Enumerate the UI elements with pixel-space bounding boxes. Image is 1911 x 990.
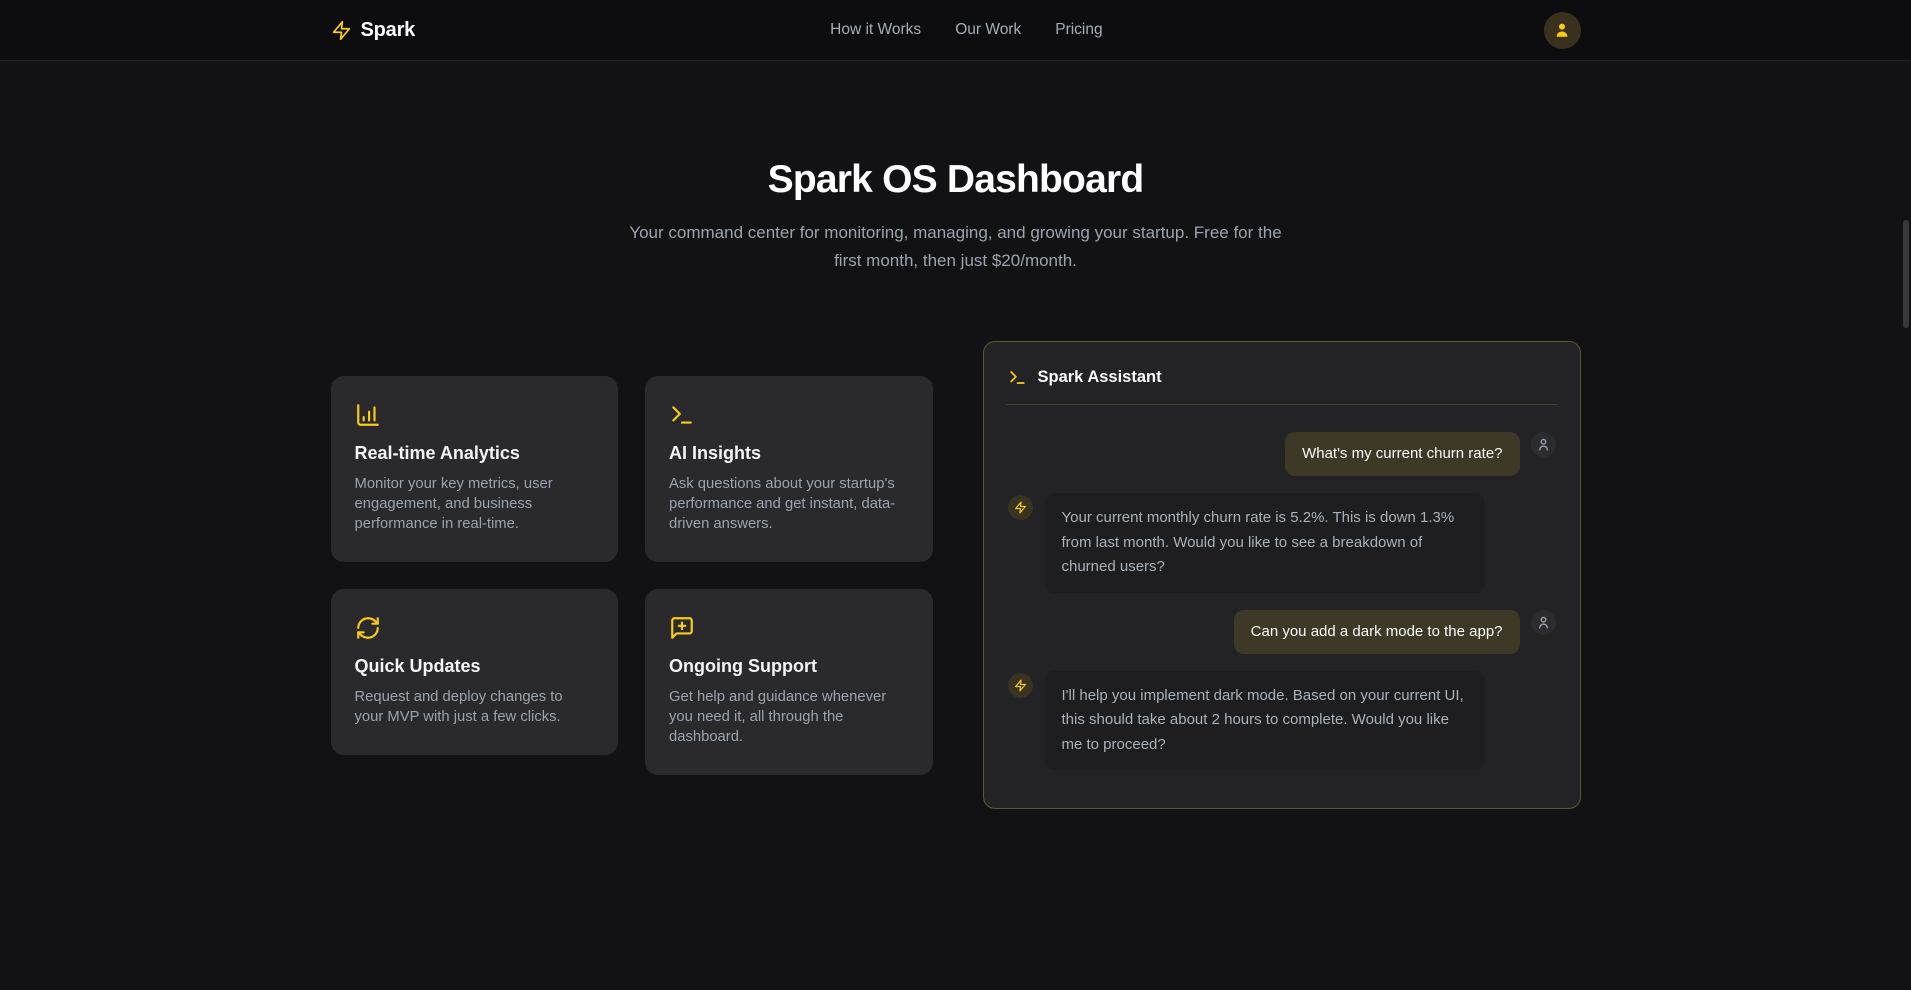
- terminal-icon: [669, 402, 695, 428]
- features-grid: Real-time Analytics Monitor your key met…: [331, 376, 933, 775]
- user-avatar: [1531, 610, 1556, 635]
- lightning-icon: [1014, 501, 1027, 514]
- assistant-panel-header: Spark Assistant: [984, 342, 1580, 387]
- assistant-avatar: [1008, 673, 1033, 698]
- account-avatar-button[interactable]: [1544, 12, 1581, 49]
- assistant-message-bubble: Your current monthly churn rate is 5.2%.…: [1045, 493, 1485, 593]
- feature-card-real-time-analytics: Real-time Analytics Monitor your key met…: [331, 376, 619, 562]
- feature-description: Request and deploy changes to your MVP w…: [355, 687, 595, 727]
- scrollbar-thumb[interactable]: [1903, 220, 1909, 328]
- user-avatar: [1531, 432, 1556, 457]
- nav-link-our-work[interactable]: Our Work: [955, 21, 1021, 39]
- lightning-icon: [1014, 679, 1027, 692]
- assistant-panel-title: Spark Assistant: [1038, 368, 1162, 387]
- feature-title: Ongoing Support: [669, 656, 909, 677]
- nav-link-how-it-works[interactable]: How it Works: [830, 21, 921, 39]
- content-row: Real-time Analytics Monitor your key met…: [331, 341, 1581, 809]
- message-square-plus-icon: [669, 615, 695, 641]
- main-content: Spark OS Dashboard Your command center f…: [0, 158, 1911, 809]
- user-message-bubble: What's my current churn rate?: [1285, 432, 1519, 476]
- chat-message-assistant: Your current monthly churn rate is 5.2%.…: [1008, 493, 1556, 593]
- feature-title: Quick Updates: [355, 656, 595, 677]
- spark-assistant-panel: Spark Assistant What's my current churn …: [983, 341, 1581, 809]
- lightning-icon: [331, 20, 352, 41]
- user-message-bubble: Can you add a dark mode to the app?: [1234, 610, 1520, 654]
- assistant-avatar: [1008, 495, 1033, 520]
- page-title: Spark OS Dashboard: [0, 158, 1911, 202]
- chart-column-icon: [355, 402, 381, 428]
- brand-logo[interactable]: Spark: [331, 19, 416, 42]
- brand-name: Spark: [361, 19, 416, 42]
- assistant-message-bubble: I'll help you implement dark mode. Based…: [1045, 671, 1485, 771]
- chat-message-user: Can you add a dark mode to the app?: [1008, 610, 1556, 654]
- feature-card-ongoing-support: Ongoing Support Get help and guidance wh…: [645, 589, 933, 775]
- feature-description: Get help and guidance whenever you need …: [669, 687, 909, 747]
- user-icon: [1553, 21, 1571, 39]
- chat-message-assistant: I'll help you implement dark mode. Based…: [1008, 671, 1556, 771]
- feature-title: AI Insights: [669, 443, 909, 464]
- chat-messages: What's my current churn rate? Your curre…: [984, 405, 1580, 792]
- feature-description: Ask questions about your startup's perfo…: [669, 474, 909, 534]
- refresh-icon: [355, 615, 381, 641]
- feature-title: Real-time Analytics: [355, 443, 595, 464]
- chat-message-user: What's my current churn rate?: [1008, 432, 1556, 476]
- nav-link-pricing[interactable]: Pricing: [1055, 21, 1102, 39]
- nav-links: How it Works Our Work Pricing: [830, 0, 1102, 60]
- user-icon: [1536, 437, 1551, 452]
- hero-subtitle: Your command center for monitoring, mana…: [616, 219, 1296, 275]
- feature-card-ai-insights: AI Insights Ask questions about your sta…: [645, 376, 933, 562]
- hero-section: Spark OS Dashboard Your command center f…: [0, 158, 1911, 275]
- feature-description: Monitor your key metrics, user engagemen…: [355, 474, 595, 534]
- terminal-icon: [1008, 368, 1027, 387]
- navbar: Spark How it Works Our Work Pricing: [0, 0, 1911, 61]
- user-icon: [1536, 615, 1551, 630]
- navbar-inner: Spark How it Works Our Work Pricing: [331, 0, 1581, 60]
- feature-card-quick-updates: Quick Updates Request and deploy changes…: [331, 589, 619, 755]
